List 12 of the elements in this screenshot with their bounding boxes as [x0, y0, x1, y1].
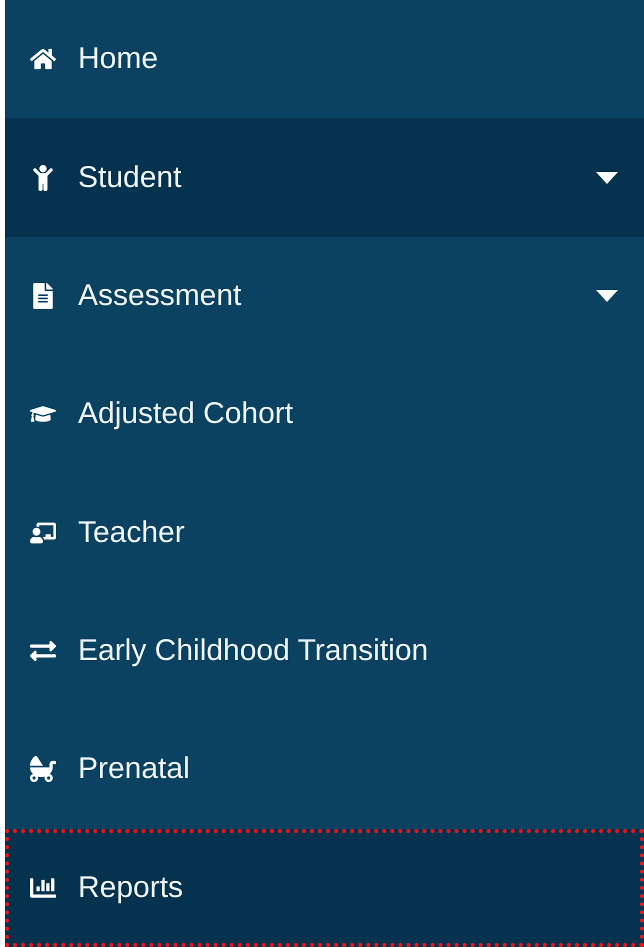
- chalkboard-teacher-icon: [30, 520, 56, 546]
- nav-label: Prenatal: [78, 752, 191, 786]
- nav-label: Home: [78, 42, 160, 76]
- nav-label: Reports: [78, 870, 184, 905]
- nav-label: Student: [78, 160, 182, 195]
- stroller-icon: [30, 756, 56, 782]
- nav-label: Early Childhood Transition: [78, 634, 430, 668]
- nav-label: Adjusted Cohort: [78, 397, 294, 432]
- nav-item[interactable]: Reports: [5, 828, 644, 947]
- nav-label: Assessment: [78, 278, 242, 313]
- nav-item[interactable]: Student: [5, 118, 644, 237]
- nav-label: Teacher: [78, 516, 186, 550]
